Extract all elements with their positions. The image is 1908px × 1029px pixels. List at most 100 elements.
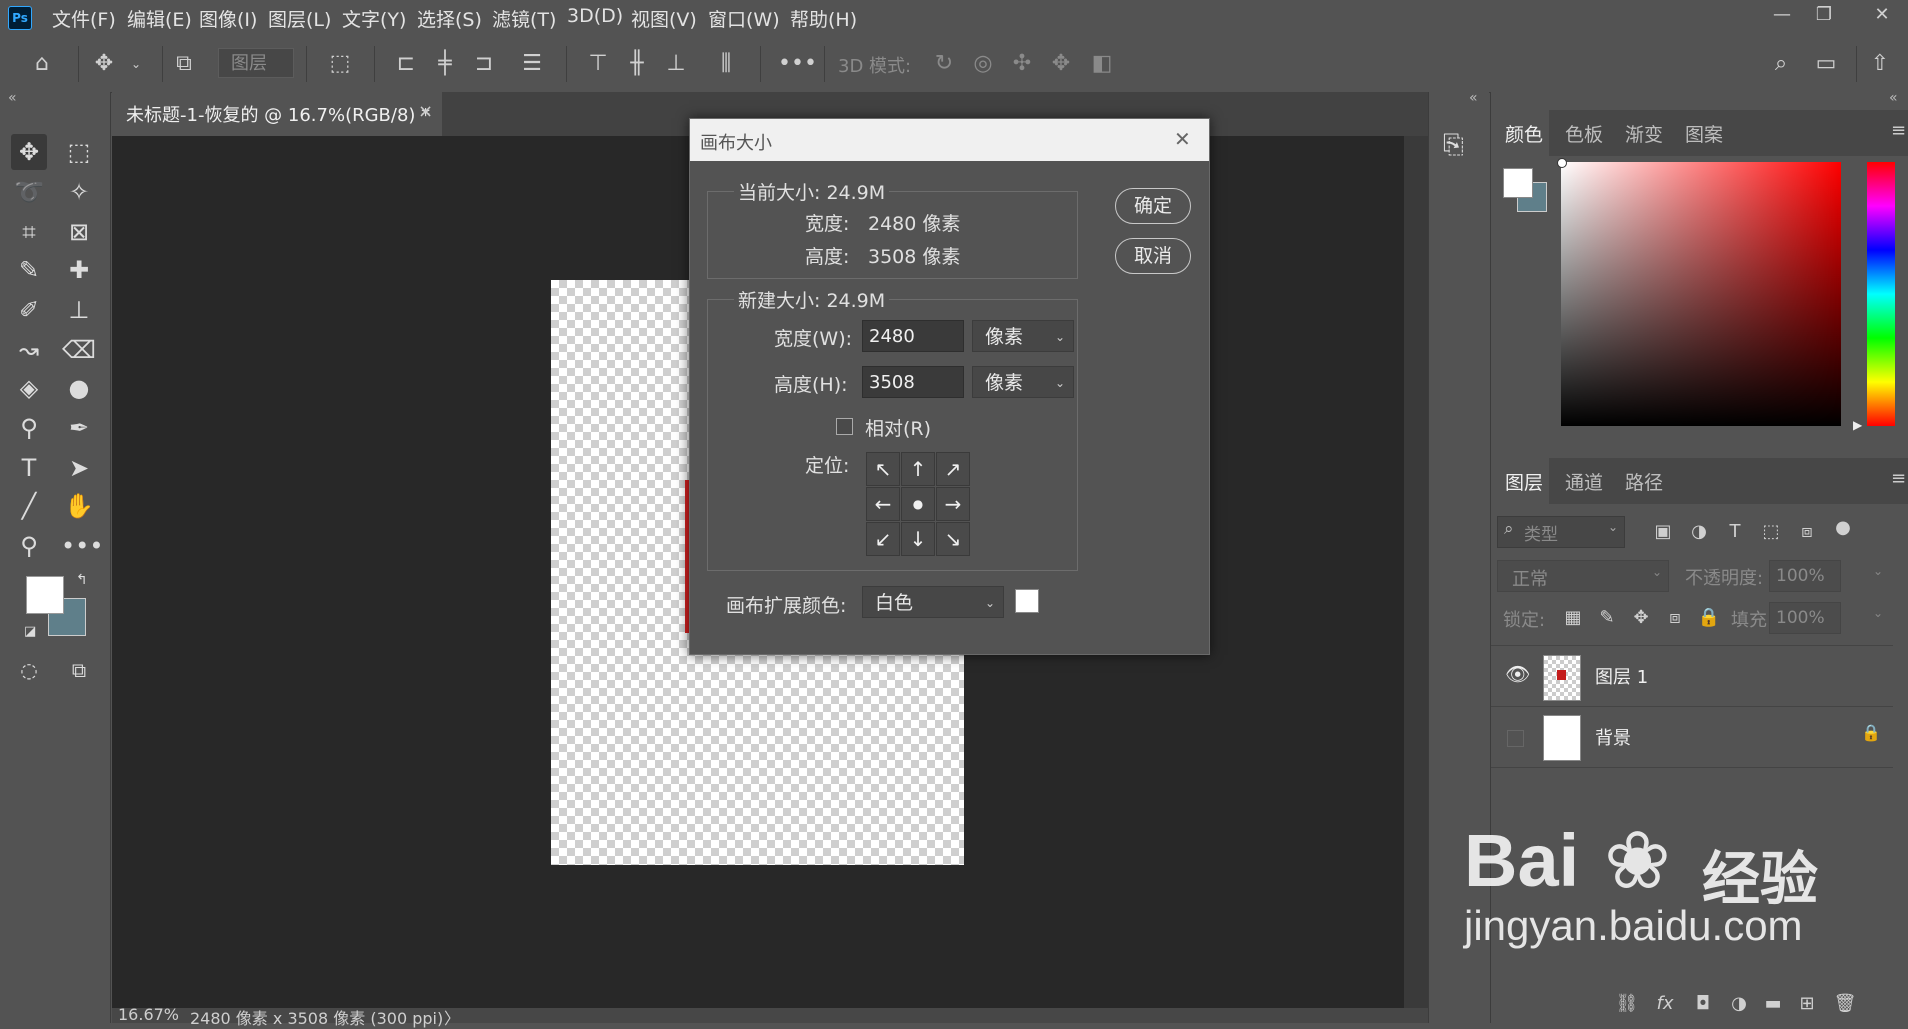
menu-type[interactable]: 文字(Y) (342, 5, 406, 32)
menu-image[interactable]: 图像(I) (199, 5, 257, 32)
width-input[interactable]: 2480 (862, 320, 964, 352)
vertical-scrollbar[interactable] (1404, 136, 1428, 1012)
menu-help[interactable]: 帮助(H) (790, 5, 857, 32)
lock-all-icon[interactable]: 🔒 (1697, 606, 1721, 630)
color-field[interactable] (1561, 162, 1841, 426)
eraser-tool-icon[interactable]: ⌫ (61, 332, 97, 368)
auto-select-layers-icon[interactable]: ⧉ (170, 50, 198, 78)
new-group-icon[interactable]: ▬ (1761, 992, 1785, 1016)
frame-tool-icon[interactable]: ⊠ (61, 214, 97, 250)
hue-slider-handle[interactable]: ▶ (1853, 418, 1862, 432)
quick-mask-icon[interactable]: ◌ (11, 652, 47, 688)
tab-paths[interactable]: 路径 (1625, 468, 1663, 495)
dialog-close-icon[interactable]: ✕ (1174, 127, 1191, 151)
chevron-down-icon[interactable]: ⌄ (122, 50, 150, 78)
layer-filter-select[interactable]: ⌕ 类型 ⌄ (1497, 516, 1625, 548)
layer-row[interactable]: 👁 图层 1 (1491, 646, 1893, 706)
menu-file[interactable]: 文件(F) (52, 5, 116, 32)
fx-icon[interactable]: fx (1653, 992, 1677, 1016)
collapse-panels-icon[interactable]: « (1889, 90, 1898, 106)
lock-artboard-icon[interactable]: ⧈ (1663, 606, 1687, 630)
opacity-input[interactable]: 100% (1769, 560, 1841, 592)
menu-filter[interactable]: 滤镜(T) (492, 5, 556, 32)
brush-tool-icon[interactable]: ✐ (11, 292, 47, 328)
menu-layer[interactable]: 图层(L) (268, 5, 331, 32)
distribute-h-icon[interactable]: ☰ (518, 50, 546, 78)
foreground-color-swatch[interactable] (26, 576, 64, 614)
anchor-bottom[interactable]: ↓ (901, 522, 935, 556)
align-center-h-icon[interactable]: ╪ (431, 50, 459, 78)
lock-position-icon[interactable]: ✥ (1629, 606, 1653, 630)
zoom-tool-icon[interactable]: ⚲ (11, 528, 47, 564)
menu-view[interactable]: 视图(V) (631, 5, 697, 32)
filter-toggle-icon[interactable]: ● (1831, 516, 1855, 540)
canvas-extension-color-swatch[interactable] (1015, 589, 1039, 613)
align-bottom-icon[interactable]: ⊥ (662, 50, 690, 78)
move-tool-icon[interactable]: ✥ (90, 50, 118, 78)
color-picker-handle[interactable] (1557, 158, 1567, 168)
align-right-icon[interactable]: ⊐ (470, 50, 498, 78)
workspace-icon[interactable]: ▭ (1812, 50, 1840, 78)
anchor-top[interactable]: ↑ (901, 452, 935, 486)
add-mask-icon[interactable]: ◘ (1691, 992, 1715, 1016)
align-top-icon[interactable]: ⊤ (584, 50, 612, 78)
line-tool-icon[interactable]: ╱ (11, 488, 47, 524)
marquee-tool-icon[interactable]: ⬚ (61, 134, 97, 170)
fill-input[interactable]: 100% (1769, 602, 1841, 634)
default-colors-icon[interactable]: ◪ (24, 624, 36, 639)
height-input[interactable]: 3508 (862, 366, 964, 398)
type-tool-icon[interactable]: T (11, 450, 47, 486)
align-left-icon[interactable]: ⊏ (392, 50, 420, 78)
anchor-center[interactable]: ● (901, 487, 935, 521)
menu-edit[interactable]: 编辑(E) (127, 5, 192, 32)
share-icon[interactable]: ⇧ (1866, 50, 1894, 78)
tab-gradients[interactable]: 渐变 (1625, 120, 1663, 147)
new-layer-icon[interactable]: ⊞ (1795, 992, 1819, 1016)
blend-mode-select[interactable]: 正常 ⌄ (1497, 560, 1669, 592)
lock-transparency-icon[interactable]: ▦ (1561, 606, 1585, 630)
filter-smart-object-icon[interactable]: ⧈ (1795, 520, 1819, 544)
more-tools-icon[interactable]: ••• (61, 528, 103, 564)
anchor-left[interactable]: ← (866, 487, 900, 521)
anchor-bottom-right[interactable]: ↘ (936, 522, 970, 556)
history-brush-icon[interactable]: ↝ (11, 332, 47, 368)
visibility-toggle[interactable] (1507, 730, 1524, 747)
chevron-down-icon[interactable]: ⌄ (1873, 606, 1883, 620)
link-layers-icon[interactable]: ⛓ (1615, 992, 1639, 1016)
anchor-bottom-left[interactable]: ↙ (866, 522, 900, 556)
lock-image-icon[interactable]: ✎ (1595, 606, 1619, 630)
screen-mode-icon[interactable]: ⧉ (61, 652, 97, 688)
menu-3d[interactable]: 3D(D) (567, 5, 623, 27)
filter-shape-icon[interactable]: ⬚ (1759, 520, 1783, 544)
healing-brush-icon[interactable]: ✚ (61, 252, 97, 288)
layer-group-dropdown[interactable]: 图层 (218, 48, 294, 78)
ok-button[interactable]: 确定 (1115, 188, 1191, 224)
dodge-tool-icon[interactable]: ⚲ (11, 410, 47, 446)
cancel-button[interactable]: 取消 (1115, 238, 1191, 274)
transform-controls-icon[interactable]: ⬚ (326, 50, 354, 78)
more-options-icon[interactable]: ••• (778, 50, 817, 78)
lasso-tool-icon[interactable]: ➰ (11, 174, 47, 210)
anchor-right[interactable]: → (936, 487, 970, 521)
paint-bucket-icon[interactable]: ◈ (11, 370, 47, 406)
magic-wand-icon[interactable]: ✧ (61, 174, 97, 210)
relative-checkbox[interactable] (836, 418, 853, 435)
zoom-level[interactable]: 16.67% (118, 1005, 179, 1024)
filter-type-icon[interactable]: T (1723, 520, 1747, 544)
search-icon[interactable]: ⌕ (1767, 50, 1795, 78)
close-window-button[interactable]: ✕ (1862, 2, 1902, 28)
fg-color-chip[interactable] (1503, 168, 1533, 198)
move-tool-icon[interactable]: ✥ (11, 134, 47, 170)
tab-color[interactable]: 颜色 (1505, 120, 1543, 147)
align-middle-v-icon[interactable]: ╫ (623, 50, 651, 78)
close-tab-icon[interactable]: × (418, 101, 433, 122)
blur-tool-icon[interactable]: ● (61, 370, 97, 406)
eyedropper-icon[interactable]: ✎ (11, 252, 47, 288)
eye-icon[interactable]: 👁 (1505, 662, 1530, 686)
restore-button[interactable]: ❐ (1804, 2, 1844, 28)
minimize-button[interactable]: — (1762, 2, 1802, 28)
pen-tool-icon[interactable]: ✒ (61, 410, 97, 446)
collapse-strip-icon[interactable]: « (1469, 90, 1478, 106)
anchor-top-left[interactable]: ↖ (866, 452, 900, 486)
collapse-tools-icon[interactable]: « (8, 90, 17, 106)
